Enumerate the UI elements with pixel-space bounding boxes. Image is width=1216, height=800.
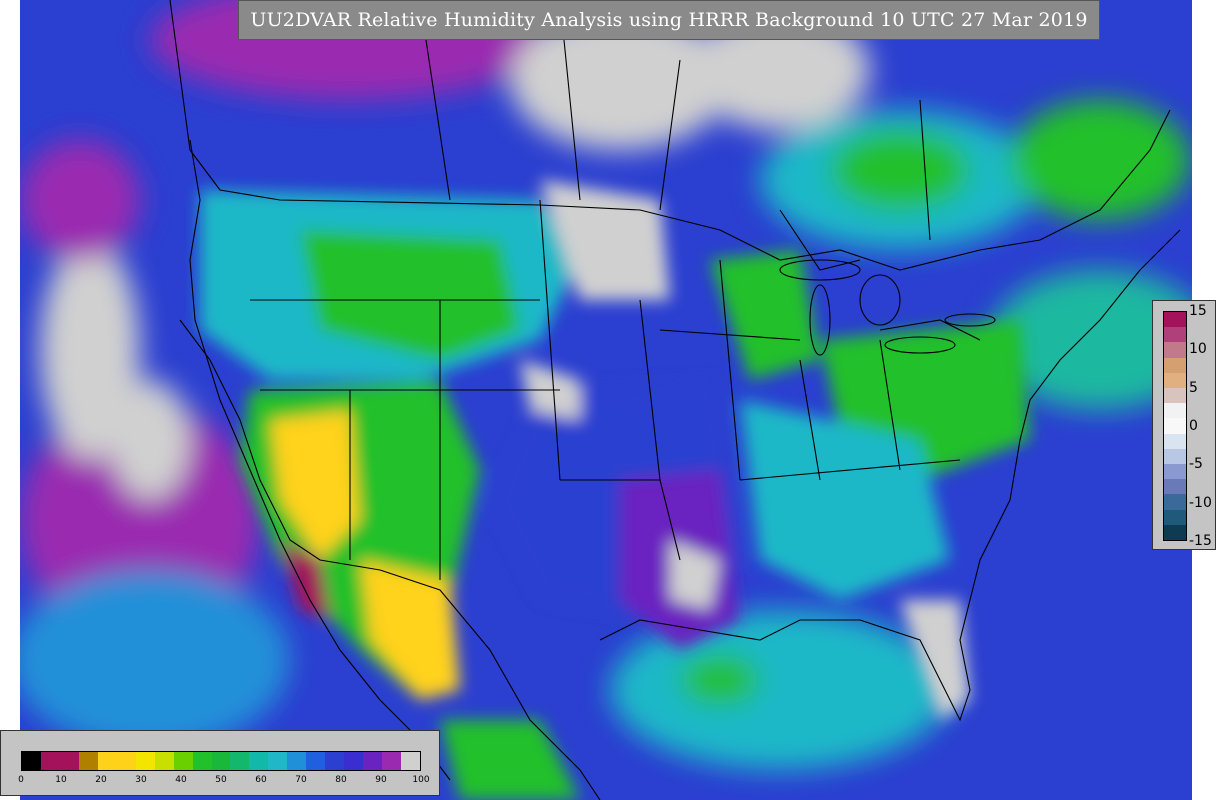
rh-color-swatch [135, 752, 155, 770]
rh-colorbar [21, 751, 421, 771]
increment-tick-label: -15 [1189, 533, 1212, 549]
map-title: UU2DVAR Relative Humidity Analysis using… [238, 0, 1100, 40]
increment-color-swatch [1164, 418, 1186, 434]
rh-color-swatch [344, 752, 364, 770]
rh-tick-label: 90 [375, 775, 387, 785]
rh-color-swatch [40, 752, 60, 770]
rh-color-swatch [211, 752, 231, 770]
rh-color-swatch [59, 752, 79, 770]
increment-color-swatch [1164, 479, 1186, 495]
rh-color-swatch [363, 752, 383, 770]
increment-tick-label: 15 [1189, 303, 1207, 319]
rh-colorbar-legend: 0 10 20 30 40 50 60 70 80 90 100 [0, 730, 440, 796]
rh-color-swatch [116, 752, 136, 770]
rh-tick-label: 10 [55, 775, 67, 785]
rh-color-swatch [154, 752, 174, 770]
rh-tick-label: 50 [215, 775, 227, 785]
increment-tick-label: 0 [1189, 418, 1198, 434]
rh-tick-label: 100 [412, 775, 430, 785]
rh-color-swatch [401, 752, 420, 770]
rh-color-swatch [230, 752, 250, 770]
rh-color-swatch [22, 752, 41, 770]
increment-tick-label: 5 [1189, 379, 1198, 396]
rh-color-swatch [173, 752, 193, 770]
rh-color-swatch [306, 752, 326, 770]
rh-analysis-map [20, 0, 1192, 800]
increment-color-swatch [1164, 388, 1186, 404]
rh-tick-label: 40 [175, 775, 187, 785]
increment-color-swatch [1164, 327, 1186, 343]
increment-color-swatch [1164, 342, 1186, 358]
rh-tick-label: 20 [95, 775, 107, 785]
rh-color-swatch [192, 752, 212, 770]
increment-color-swatch [1164, 509, 1186, 525]
rh-color-swatch [78, 752, 98, 770]
increment-color-swatch [1164, 312, 1186, 328]
rh-tick-label: 60 [255, 775, 267, 785]
map-canvas [20, 0, 1192, 800]
rh-color-swatch [268, 752, 288, 770]
rh-color-swatch [287, 752, 307, 770]
rh-color-swatch [325, 752, 345, 770]
increment-tick-label: -10 [1189, 494, 1212, 511]
increment-colorbar-legend: 15 10 5 0 -5 -10 -15 [1152, 300, 1216, 550]
rh-color-swatch [97, 752, 117, 770]
rh-tick-label: 30 [135, 775, 147, 785]
increment-color-swatch [1164, 524, 1186, 540]
increment-color-swatch [1164, 433, 1186, 449]
increment-tick-label: 10 [1189, 341, 1207, 358]
increment-color-swatch [1164, 448, 1186, 465]
increment-tick-label: -5 [1189, 456, 1203, 473]
rh-color-swatch [382, 752, 402, 770]
increment-color-swatch [1164, 403, 1186, 419]
increment-colorbar [1163, 311, 1187, 541]
increment-color-swatch [1164, 464, 1186, 480]
rh-tick-label: 70 [295, 775, 307, 785]
rh-tick-label: 0 [18, 775, 24, 785]
increment-color-swatch [1164, 494, 1186, 510]
increment-color-swatch [1164, 372, 1186, 389]
increment-color-swatch [1164, 357, 1186, 373]
rh-color-swatch [249, 752, 269, 770]
rh-tick-label: 80 [335, 775, 347, 785]
